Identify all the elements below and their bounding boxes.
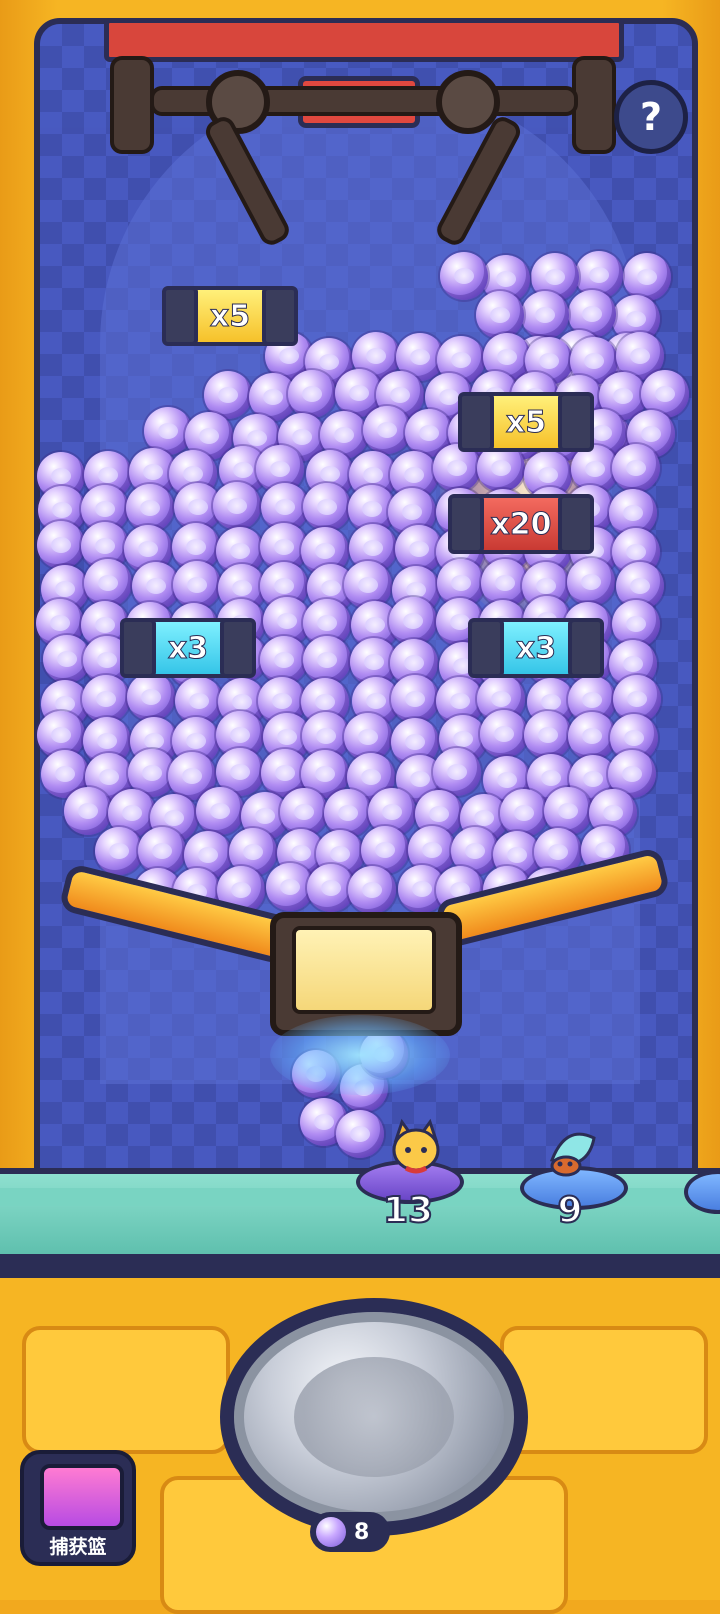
- base-panel-right: [500, 1326, 708, 1454]
- pet-count-crab: 9: [556, 1189, 583, 1232]
- help-button[interactable]: ?: [614, 80, 688, 154]
- basket-icon: [40, 1464, 124, 1530]
- help-icon: ?: [639, 95, 663, 139]
- capture-basket-button[interactable]: 捕获篮: [20, 1450, 136, 1566]
- drop-button-icon: [294, 1357, 454, 1477]
- multiplier-x5-left: x5: [162, 286, 298, 346]
- cat-pet-icon[interactable]: [386, 1118, 446, 1178]
- ball-count: 8: [354, 1519, 370, 1545]
- hermit-crab-pet-icon[interactable]: [542, 1120, 602, 1180]
- multiplier-x20: x20: [448, 494, 594, 554]
- drop-button[interactable]: [220, 1298, 528, 1536]
- multiplier-x3-right: x3: [468, 618, 604, 678]
- multiplier-x5-right: x5: [458, 392, 594, 452]
- multiplier-label: x3: [515, 630, 557, 666]
- basket-label: 捕获篮: [49, 1536, 107, 1558]
- multiplier-label: x20: [490, 506, 552, 542]
- multiplier-label: x3: [167, 630, 209, 666]
- multiplier-x3-left: x3: [120, 618, 256, 678]
- hopper-emblem: [292, 926, 436, 1014]
- top-rail: [104, 18, 624, 62]
- multiplier-label: x5: [505, 404, 547, 440]
- drop-jet: [270, 1015, 450, 1095]
- base-rail: [0, 1256, 720, 1278]
- multiplier-label: x5: [209, 298, 251, 334]
- paw-ball-icon: [316, 1517, 346, 1547]
- base-panel-left: [22, 1326, 230, 1454]
- pet-count-cat: 13: [382, 1189, 434, 1232]
- claw-left-post: [110, 56, 154, 154]
- ball-counter: 8: [310, 1512, 390, 1552]
- claw-right-post: [572, 56, 616, 154]
